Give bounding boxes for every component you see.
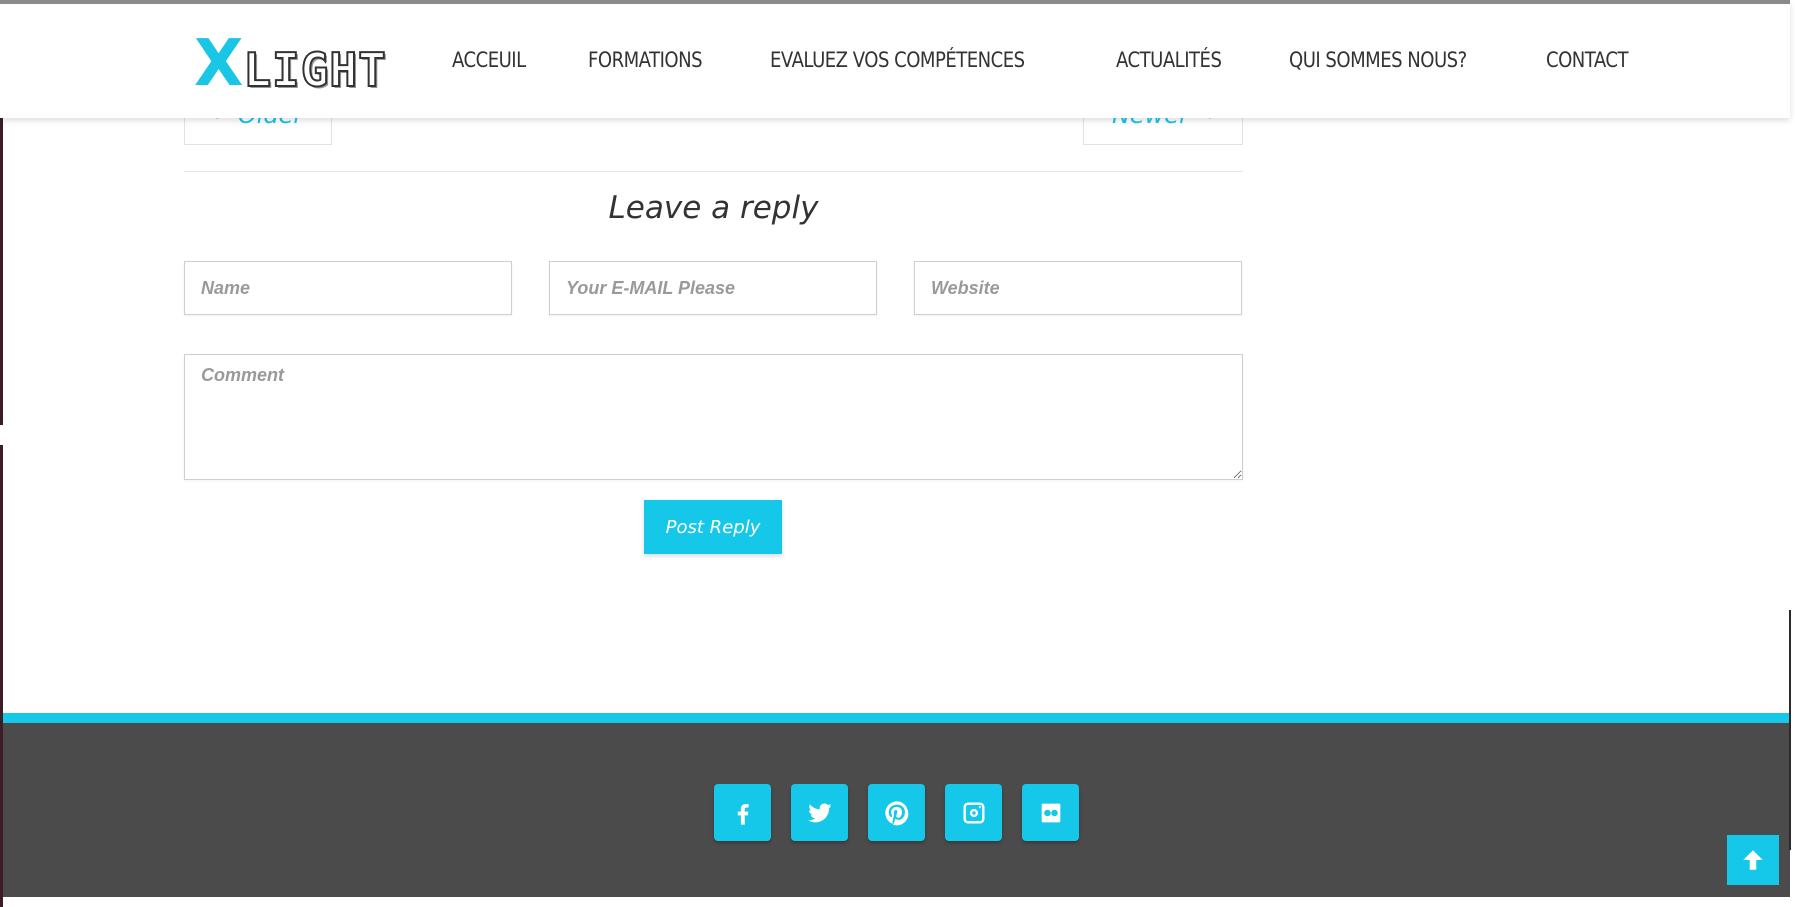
nav-item-formations[interactable]: FORMATIONS [588,48,703,72]
nav-item-evaluez[interactable]: EVALUEZ VOS COMPÉTENCES [770,48,1025,72]
twitter-icon [807,803,832,822]
comment-textarea[interactable] [184,354,1243,480]
name-input[interactable] [184,261,512,315]
instagram-icon [963,802,984,823]
logo-text: LIGHT [242,43,387,97]
instagram-button[interactable] [945,784,1002,841]
flickr-icon [1041,803,1060,822]
facebook-icon [737,803,749,825]
nav-item-qui-sommes-nous[interactable]: QUI SOMMES NOUS? [1289,48,1467,72]
main-nav: ACCEUIL FORMATIONS EVALUEZ VOS COMPÉTENC… [452,48,1691,72]
social-links [714,784,1079,841]
nav-item-actualites[interactable]: ACTUALITÉS [1116,48,1222,72]
facebook-button[interactable] [714,784,771,841]
site-header: X LIGHT ACCEUIL FORMATIONS EVALUEZ VOS C… [0,0,1790,118]
logo-letter-x: X [194,27,243,101]
website-input[interactable] [914,261,1242,315]
email-input[interactable] [549,261,877,315]
back-to-top-button[interactable] [1727,835,1779,885]
divider [184,171,1243,172]
footer-accent-bar [3,713,1790,723]
nav-item-acceuil[interactable]: ACCEUIL [452,48,526,72]
pinterest-button[interactable] [868,784,925,841]
site-logo[interactable]: X LIGHT [194,27,387,101]
window-left-edge-gap [0,425,3,445]
post-reply-button[interactable]: Post Reply [644,500,782,554]
pinterest-icon [884,800,908,825]
twitter-button[interactable] [791,784,848,841]
flickr-button[interactable] [1022,784,1079,841]
nav-item-contact[interactable]: CONTACT [1546,48,1629,72]
reply-title: Leave a reply [608,190,819,226]
arrow-up-icon [1743,850,1763,870]
scrollbar-edge [1789,610,1791,850]
